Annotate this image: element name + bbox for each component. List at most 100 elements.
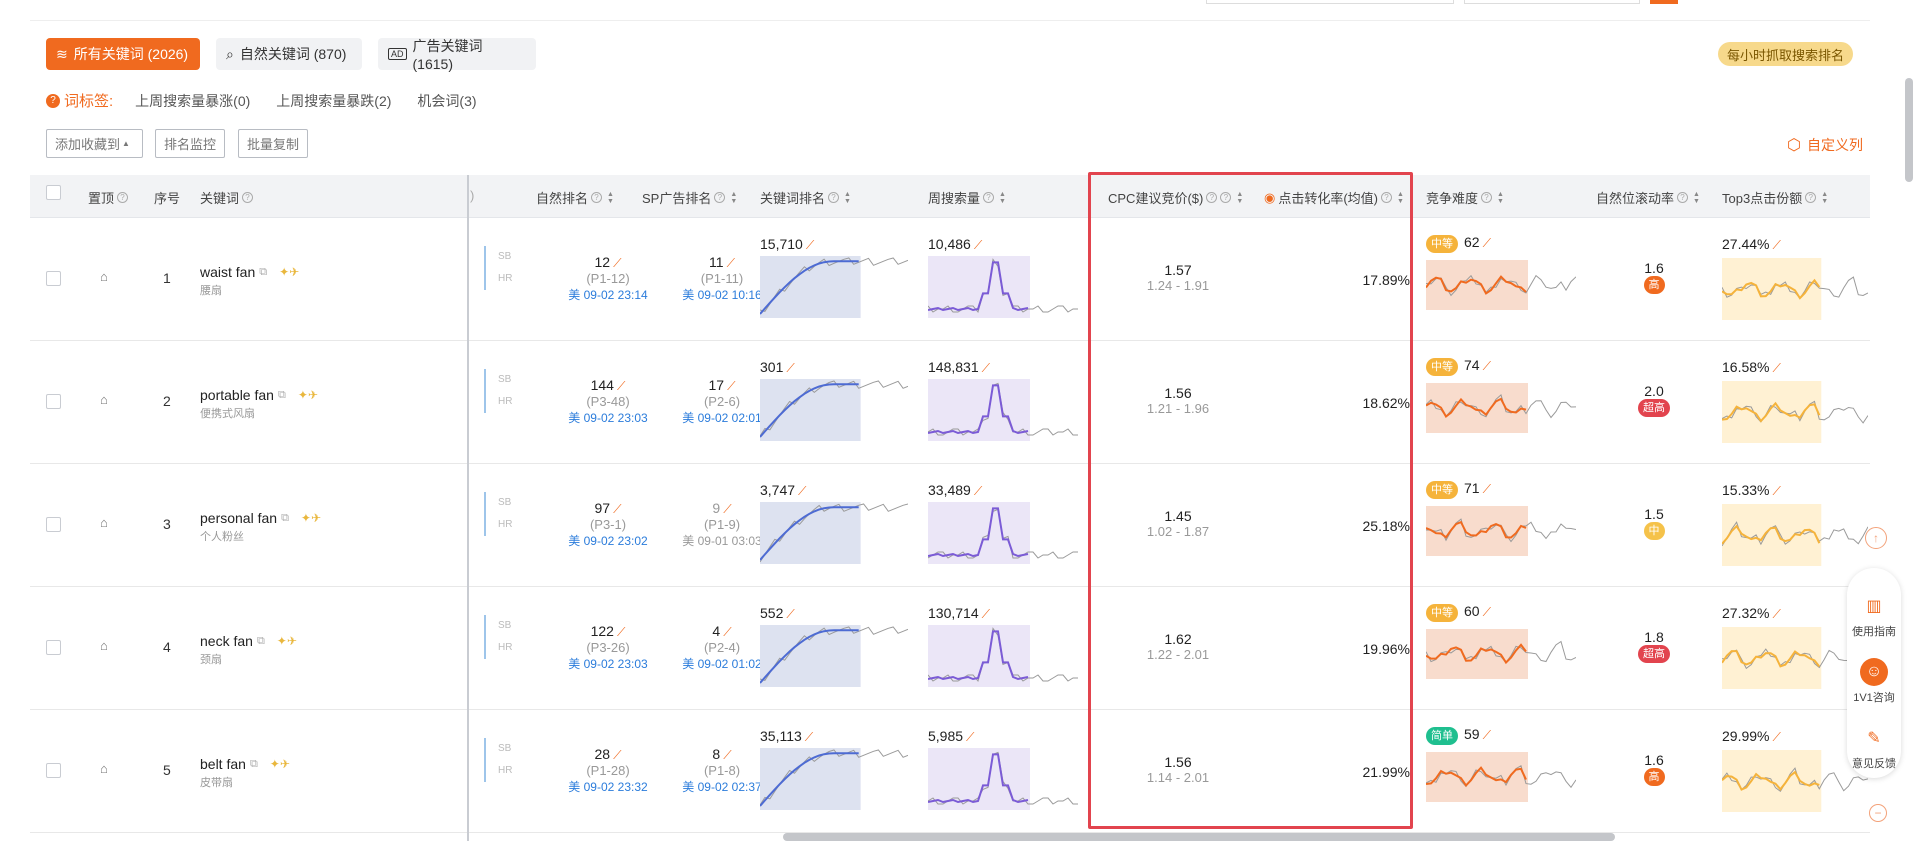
sort-icon[interactable]: ▲ ▼ — [1236, 191, 1243, 205]
trend-icon[interactable]: ⟋ — [727, 256, 735, 270]
trend-icon[interactable]: ⟋ — [613, 256, 621, 270]
trend-icon[interactable]: ⟋ — [974, 238, 982, 252]
trend-icon[interactable]: ⟋ — [1483, 605, 1491, 619]
trend-icon[interactable]: ⟋ — [974, 484, 982, 498]
top-search-box-2[interactable] — [1464, 0, 1640, 4]
trend-icon[interactable]: ⟋ — [982, 607, 990, 621]
col-natural-rank[interactable]: 自然排名? ▲ ▼ — [536, 188, 614, 207]
trend-icon[interactable]: ⟋ — [786, 361, 794, 375]
tag-item-opportunity[interactable]: 机会词(3) — [417, 91, 476, 111]
feedback-button[interactable]: ✎ 意见反馈 — [1847, 724, 1901, 771]
trend-icon[interactable]: ⟋ — [1772, 607, 1780, 621]
trend-icon[interactable]: ⟋ — [613, 748, 621, 762]
sort-icon[interactable]: ▲ ▼ — [1397, 191, 1404, 205]
row-checkbox[interactable] — [46, 517, 61, 532]
keyword-text[interactable]: waist fan — [200, 264, 255, 280]
help-icon[interactable]: ? — [1677, 192, 1689, 203]
trend-icon[interactable]: ⟋ — [1772, 730, 1780, 744]
tag-item-surge[interactable]: 上周搜索量暴涨(0) — [135, 91, 250, 111]
tool-icons[interactable]: ✦✈ — [298, 388, 318, 402]
trend-icon[interactable]: ⟋ — [723, 502, 731, 516]
help-icon[interactable]: ? — [1805, 192, 1817, 203]
col-cpc[interactable]: CPC建议竞价($)?? ▲ ▼ — [1108, 188, 1243, 207]
tab-ad-keywords[interactable]: AD 广告关键词 (1615) — [378, 38, 536, 72]
custom-columns-button[interactable]: ⬡ 自定义列 — [1787, 135, 1863, 155]
trend-icon[interactable]: ⟋ — [727, 379, 735, 393]
row-checkbox[interactable] — [46, 640, 61, 655]
help-icon[interactable]: ? — [117, 192, 129, 203]
col-competition[interactable]: 竞争难度? ▲ ▼ — [1426, 188, 1504, 207]
top-orange-btn[interactable] — [1650, 0, 1678, 4]
tag-item-drop[interactable]: 上周搜索量暴跌(2) — [276, 91, 391, 111]
trend-icon[interactable]: ⟋ — [805, 730, 813, 744]
sort-icon[interactable]: ▲ ▼ — [999, 191, 1006, 205]
col-ctr[interactable]: ◉ 点击转化率(均值)? ▲ ▼ — [1264, 188, 1404, 207]
col-weekly-volume[interactable]: 周搜索量? ▲ ▼ — [928, 188, 1006, 207]
tag-icon[interactable]: ⌂ — [100, 515, 108, 530]
help-icon[interactable]: ? — [1206, 192, 1218, 203]
keyword-text[interactable]: portable fan — [200, 387, 274, 403]
tool-icons[interactable]: ✦✈ — [279, 265, 299, 279]
copy-icon[interactable]: ⧉ — [250, 758, 258, 771]
trend-icon[interactable]: ⟋ — [1772, 238, 1780, 252]
trend-icon[interactable]: ⟋ — [1483, 359, 1491, 373]
row-checkbox[interactable] — [46, 271, 61, 286]
vertical-scrollbar[interactable] — [1905, 78, 1913, 182]
keyword-text[interactable]: neck fan — [200, 633, 253, 649]
trend-icon[interactable]: ⟋ — [786, 607, 794, 621]
copy-icon[interactable]: ⧉ — [259, 266, 267, 279]
tool-icons[interactable]: ✦✈ — [301, 511, 321, 525]
trend-icon[interactable]: ⟋ — [982, 361, 990, 375]
consult-button[interactable]: ☺ 1V1咨询 — [1847, 658, 1901, 705]
tag-icon[interactable]: ⌂ — [100, 638, 108, 653]
sort-icon[interactable]: ▲ ▼ — [1821, 191, 1828, 205]
hourly-rank-badge[interactable]: 每小时抓取搜索排名 — [1717, 42, 1853, 66]
keyword-text[interactable]: belt fan — [200, 756, 246, 772]
tool-icons[interactable]: ✦✈ — [270, 757, 290, 771]
help-icon[interactable]: ? — [983, 192, 995, 203]
help-icon[interactable]: ? — [591, 192, 603, 203]
trend-icon[interactable]: ⟋ — [966, 730, 974, 744]
trend-icon[interactable]: ⟋ — [617, 625, 625, 639]
collapse-button[interactable]: − — [1869, 804, 1887, 822]
help-icon-2[interactable]: ? — [1220, 192, 1232, 203]
tag-icon[interactable]: ⌂ — [100, 392, 108, 407]
sort-icon[interactable]: ▲ ▼ — [730, 191, 737, 205]
help-icon[interactable]: ? — [1481, 192, 1493, 203]
top-search-box-1[interactable] — [1206, 0, 1454, 4]
copy-icon[interactable]: ⧉ — [278, 389, 286, 402]
help-icon[interactable]: ? — [242, 192, 254, 203]
tag-icon[interactable]: ⌂ — [100, 761, 108, 776]
tool-icons[interactable]: ✦✈ — [277, 634, 297, 648]
trend-icon[interactable]: ⟋ — [723, 748, 731, 762]
sort-icon[interactable]: ▲ ▼ — [607, 191, 614, 205]
trend-icon[interactable]: ⟋ — [723, 625, 731, 639]
col-keyword-rank[interactable]: 关键词排名? ▲ ▼ — [760, 188, 851, 207]
trend-icon[interactable]: ⟋ — [798, 484, 806, 498]
help-icon[interactable]: ? — [1381, 192, 1393, 203]
batch-copy-button[interactable]: 批量复制 — [238, 129, 309, 158]
row-checkbox[interactable] — [46, 394, 61, 409]
row-checkbox[interactable] — [46, 763, 61, 778]
tab-natural-keywords[interactable]: ⌕ 自然关键词 (870) — [216, 38, 362, 70]
help-icon[interactable]: ? — [828, 192, 840, 203]
scroll-top-button[interactable]: ↑ — [1865, 527, 1887, 549]
horizontal-scrollbar[interactable] — [783, 833, 1615, 841]
copy-icon[interactable]: ⧉ — [257, 635, 265, 648]
trend-icon[interactable]: ⟋ — [806, 238, 814, 252]
trend-icon[interactable]: ⟋ — [1483, 236, 1491, 250]
trend-icon[interactable]: ⟋ — [613, 502, 621, 516]
col-sp-rank[interactable]: SP广告排名? ▲ ▼ — [642, 188, 737, 207]
trend-icon[interactable]: ⟋ — [1483, 482, 1491, 496]
col-natural-scroll[interactable]: 自然位滚动率? ▲ ▼ — [1596, 188, 1700, 207]
rank-monitor-button[interactable]: 排名监控 — [155, 129, 226, 158]
trend-icon[interactable]: ⟋ — [617, 379, 625, 393]
trend-icon[interactable]: ⟋ — [1483, 728, 1491, 742]
tag-icon[interactable]: ⌂ — [100, 269, 108, 284]
add-favorite-button[interactable]: 添加收藏到 ▲ — [46, 129, 143, 158]
copy-icon[interactable]: ⧉ — [281, 512, 289, 525]
keyword-text[interactable]: personal fan — [200, 510, 277, 526]
trend-icon[interactable]: ⟋ — [1772, 484, 1780, 498]
col-top3[interactable]: Top3点击份额? ▲ ▼ — [1722, 188, 1828, 207]
tab-all-keywords[interactable]: ≋ 所有关键词 (2026) — [46, 38, 200, 70]
